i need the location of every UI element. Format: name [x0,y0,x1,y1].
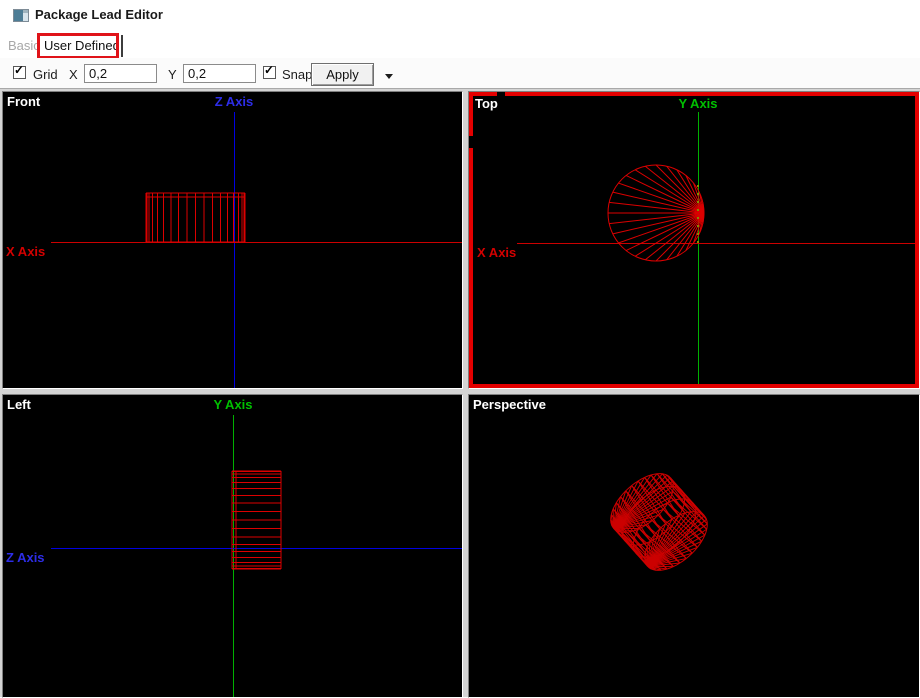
left-view-canvas[interactable] [3,395,462,697]
app-window-icon [13,9,29,22]
z-axis-label: Z Axis [215,94,254,109]
viewport-front[interactable]: Front Z Axis X Axis [2,91,463,389]
grid-x-input[interactable] [84,64,157,83]
viewport-grid: Front Z Axis X Axis Top Y Axis X Axis Le… [0,88,920,697]
viewport-label-perspective: Perspective [473,397,546,412]
x-axis-label: X Axis [477,245,516,260]
y-axis-label: Y Axis [213,397,252,412]
snap-checkbox[interactable]: ✓ [263,66,276,79]
apply-button[interactable]: Apply [311,63,374,86]
x-axis-label: X Axis [6,244,45,259]
grid-label: Grid [33,67,58,82]
tab-separator [121,35,123,57]
top-view-canvas[interactable] [469,92,919,388]
grid-y-input[interactable] [183,64,256,83]
perspective-view-canvas[interactable] [469,395,919,697]
window-title: Package Lead Editor [35,7,163,22]
dropdown-arrow-icon[interactable] [385,74,393,79]
annotation-highlight [37,33,119,59]
viewport-top[interactable]: Top Y Axis X Axis [468,91,920,389]
checkmark-icon: ✓ [14,64,24,77]
x-label: X [69,67,78,82]
title-bar: Package Lead Editor [0,0,920,30]
viewport-label-left: Left [7,397,31,412]
tab-bar: Basic User Defined [0,30,920,58]
viewport-left[interactable]: Left Y Axis Z Axis [2,394,463,698]
viewport-label-top: Top [475,96,498,111]
viewport-label-front: Front [7,94,40,109]
tab-basic[interactable]: Basic [8,38,40,53]
grid-checkbox[interactable]: ✓ [13,66,26,79]
checkmark-icon: ✓ [264,64,274,77]
z-axis-label: Z Axis [6,550,45,565]
viewport-perspective[interactable]: Perspective [468,394,920,698]
y-label: Y [168,67,177,82]
snap-label: Snap [282,67,312,82]
front-view-canvas[interactable] [3,92,462,388]
y-axis-label: Y Axis [678,96,717,111]
toolbar: ✓ Grid X Y ✓ Snap Apply [0,58,920,88]
